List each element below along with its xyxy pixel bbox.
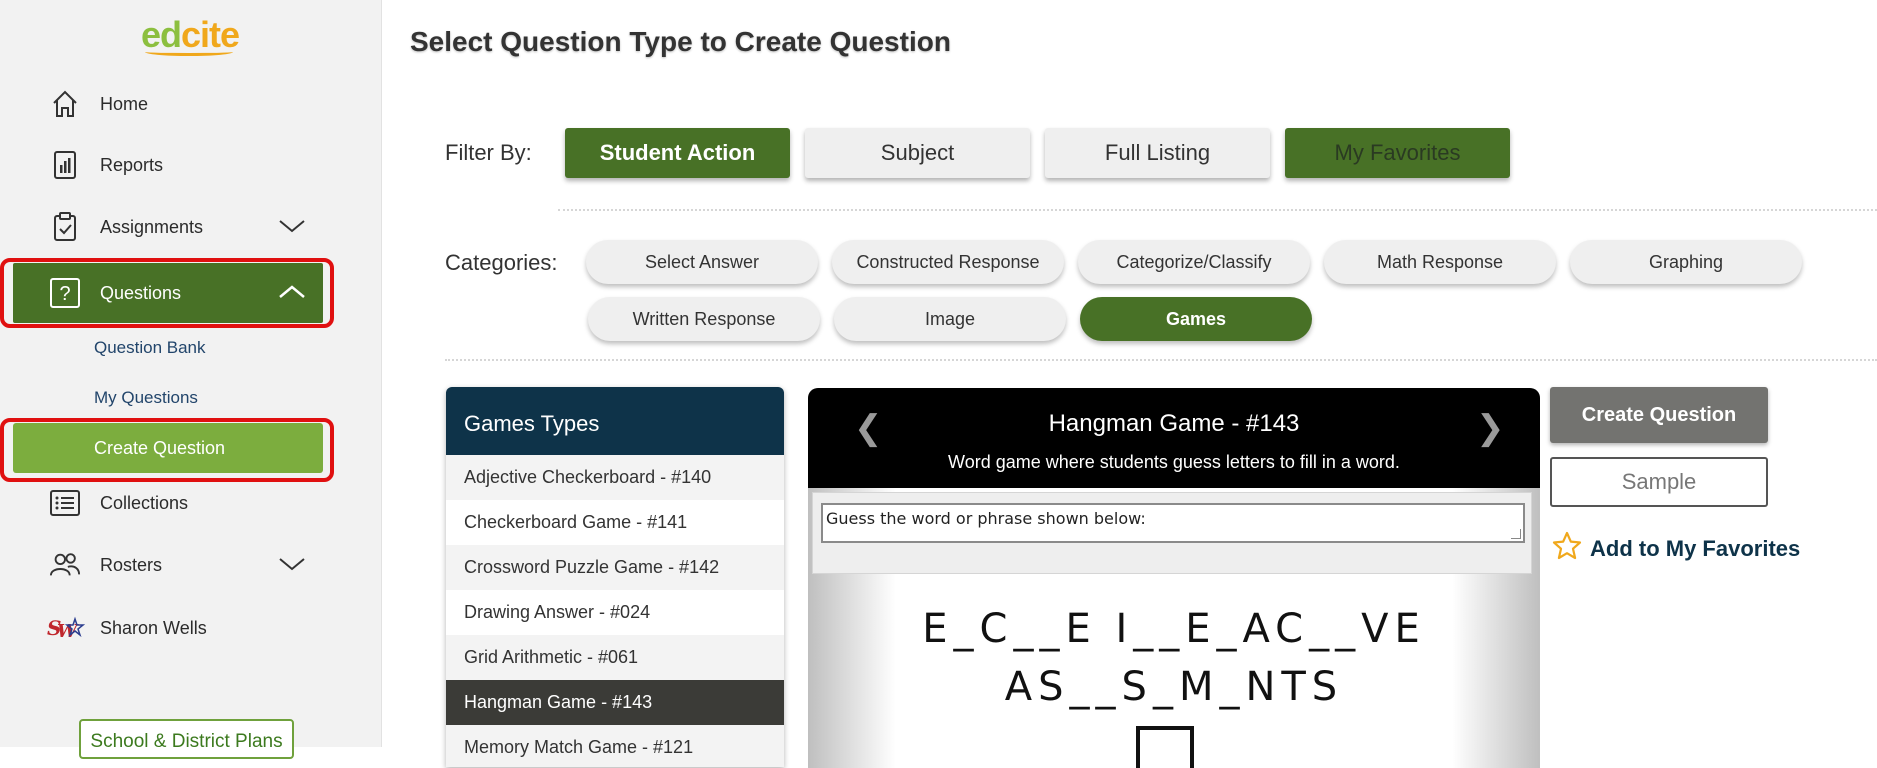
preview-header: ❮ Hangman Game - #143 Word game where st…	[808, 388, 1540, 488]
svg-text:?: ?	[59, 283, 70, 305]
list-item[interactable]: Grid Arithmetic - #061	[446, 635, 784, 680]
sidebar-item-label: Home	[100, 93, 149, 114]
divider	[445, 359, 1877, 361]
chevron-down-icon[interactable]	[277, 211, 307, 241]
prompt-container: Guess the word or phrase shown below:	[812, 492, 1532, 574]
sidebar-item-label: Rosters	[100, 554, 163, 575]
sidebar-item-label: Questions	[100, 282, 182, 303]
next-arrow-icon[interactable]: ❯	[1476, 408, 1505, 448]
divider	[558, 209, 1877, 211]
filter-student-action-button[interactable]: Student Action	[565, 128, 790, 178]
category-constructed-response[interactable]: Constructed Response	[832, 240, 1064, 284]
hangman-letter-box[interactable]	[1136, 726, 1194, 768]
star-icon	[1552, 531, 1582, 566]
hangman-line-2: AS__S_M_NTS	[1004, 664, 1344, 710]
create-question-button[interactable]: Create Question	[1550, 387, 1768, 443]
add-to-favorites-link[interactable]: Add to My Favorites	[1552, 531, 1800, 566]
sidebar-item-rosters[interactable]: Rosters	[13, 535, 323, 595]
category-select-answer[interactable]: Select Answer	[586, 240, 818, 284]
sidebar: edcite Home Reports Assignments ? Questi…	[0, 0, 382, 759]
category-categorize-classify[interactable]: Categorize/Classify	[1078, 240, 1310, 284]
filter-my-favorites-button[interactable]: My Favorites	[1285, 128, 1510, 178]
reports-icon	[49, 149, 81, 181]
school-district-plans-button[interactable]: School & District Plans	[79, 719, 294, 759]
sample-button[interactable]: Sample	[1550, 457, 1768, 507]
sidebar-item-assignments[interactable]: Assignments	[13, 197, 323, 257]
sidebar-item-reports[interactable]: Reports	[13, 135, 323, 195]
list-item-selected[interactable]: Hangman Game - #143	[446, 680, 784, 725]
list-icon	[49, 487, 81, 519]
preview-description: Word game where students guess letters t…	[948, 452, 1400, 472]
sidebar-sub-label: Create Question	[94, 437, 226, 458]
hangman-line-1: E_C__E I__E_AC__VE	[922, 606, 1426, 652]
games-types-header: Games Types	[446, 387, 784, 455]
category-written-response[interactable]: Written Response	[588, 297, 820, 341]
question-preview: ❮ Hangman Game - #143 Word game where st…	[808, 388, 1540, 768]
sidebar-sub-my-questions[interactable]: My Questions	[94, 388, 198, 408]
sidebar-item-label: Sharon Wells	[100, 617, 207, 638]
list-item[interactable]: Adjective Checkerboard - #140	[446, 455, 784, 500]
sidebar-item-sharon-wells[interactable]: SW Sharon Wells	[13, 598, 323, 658]
filter-label: Filter By:	[445, 140, 532, 165]
list-item[interactable]: Checkerboard Game - #141	[446, 500, 784, 545]
games-types-panel: Games Types Adjective Checkerboard - #14…	[446, 387, 784, 767]
sidebar-item-questions[interactable]: ? Questions	[13, 263, 323, 323]
category-math-response[interactable]: Math Response	[1324, 240, 1556, 284]
preview-title: Hangman Game - #143	[1048, 410, 1300, 437]
sidebar-sub-create-question[interactable]: Create Question	[13, 423, 323, 473]
clipboard-icon	[49, 211, 81, 243]
resize-grip-icon[interactable]	[1511, 529, 1521, 539]
add-to-favorites-label: Add to My Favorites	[1590, 535, 1801, 561]
page-title: Select Question Type to Create Question	[410, 26, 951, 57]
categories-label: Categories:	[445, 250, 558, 275]
category-games[interactable]: Games	[1080, 297, 1312, 341]
prompt-text: Guess the word or phrase shown below:	[826, 509, 1146, 528]
category-graphing[interactable]: Graphing	[1570, 240, 1802, 284]
users-icon	[49, 549, 81, 581]
question-icon: ?	[49, 277, 81, 309]
chevron-up-icon[interactable]	[277, 277, 307, 307]
list-item[interactable]: Drawing Answer - #024	[446, 590, 784, 635]
sidebar-item-label: Collections	[100, 492, 189, 513]
chevron-down-icon[interactable]	[277, 549, 307, 579]
category-image[interactable]: Image	[834, 297, 1066, 341]
filter-full-listing-button[interactable]: Full Listing	[1045, 128, 1270, 178]
sidebar-item-label: Assignments	[100, 216, 204, 237]
filter-subject-button[interactable]: Subject	[805, 128, 1030, 178]
list-item[interactable]: Memory Match Game - #121	[446, 725, 784, 767]
list-item[interactable]: Crossword Puzzle Game - #142	[446, 545, 784, 590]
sidebar-sub-question-bank[interactable]: Question Bank	[94, 338, 206, 358]
home-icon	[49, 88, 81, 120]
logo-swoosh	[145, 48, 233, 56]
prompt-textarea[interactable]: Guess the word or phrase shown below:	[821, 503, 1525, 543]
sw-logo-icon: SW	[45, 612, 85, 644]
sidebar-item-label: Reports	[100, 154, 164, 175]
sidebar-item-home[interactable]: Home	[13, 74, 323, 134]
sidebar-item-collections[interactable]: Collections	[13, 473, 323, 533]
